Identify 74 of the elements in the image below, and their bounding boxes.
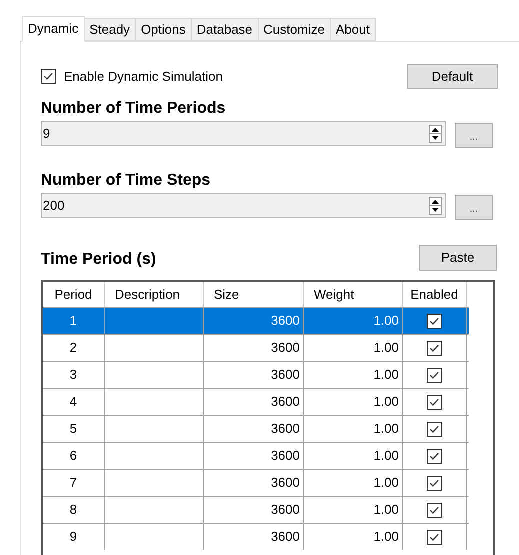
table-cell-text: 1.00	[374, 447, 399, 466]
checkbox[interactable]	[427, 448, 442, 464]
tab[interactable]: About	[330, 18, 376, 41]
table-cell-text: 1.00	[374, 366, 399, 384]
checkmark-icon	[43, 71, 54, 82]
table-cell-text: 3600	[271, 312, 300, 330]
table-row[interactable]: 5 3600 1.00	[43, 415, 469, 442]
table-cell-text: 1.00	[374, 312, 399, 330]
table-cell-text: 3600	[271, 366, 300, 384]
checkbox[interactable]	[427, 422, 442, 436]
tab[interactable]: Steady	[84, 18, 136, 41]
table-cell-text: 2	[70, 339, 78, 358]
table-row[interactable]: 9 3600 1.00	[43, 523, 469, 550]
tab[interactable]: Customize	[258, 18, 331, 41]
checkmark-icon	[429, 450, 440, 462]
ellipsis-button[interactable]: ...	[455, 195, 493, 220]
checkmark-icon	[429, 504, 440, 516]
table-cell-text: 1.00	[374, 474, 399, 492]
checkmark-icon	[429, 532, 440, 542]
table-cell-text: 3600	[271, 474, 300, 492]
tab[interactable]: Database	[190, 18, 259, 41]
ellipsis-button[interactable]: ...	[455, 123, 493, 148]
checkbox[interactable]	[427, 314, 442, 328]
checkbox[interactable]	[427, 394, 442, 410]
table-cell-text: 3	[70, 366, 78, 384]
checkbox[interactable]	[41, 69, 56, 84]
checkbox[interactable]	[427, 502, 442, 518]
table-cell-text: 3600	[271, 447, 300, 466]
section-heading: Number of Time Steps	[41, 171, 212, 191]
table-row[interactable]: 7 3600 1.00	[43, 469, 469, 496]
checkmark-icon	[429, 342, 440, 354]
checkmark-icon	[429, 424, 440, 434]
table-cell-text: 5	[70, 420, 78, 438]
table-cell-text: 1.00	[374, 420, 399, 438]
checkmark-icon	[429, 370, 440, 380]
table-cell-text: 9	[70, 528, 78, 546]
checkmark-icon	[429, 396, 440, 408]
checkbox[interactable]	[427, 476, 442, 490]
checkbox[interactable]	[427, 340, 442, 356]
table-row[interactable]: 6 3600 1.00	[43, 442, 469, 469]
table-cell-text: 3600	[271, 393, 300, 412]
table-cell-text: 7	[70, 474, 78, 492]
paste-button[interactable]: Paste	[419, 245, 497, 271]
table-cell-text: 3600	[271, 420, 300, 438]
number-field[interactable]: 200	[41, 193, 446, 218]
table-cell-text: 3600	[271, 528, 300, 546]
table-cell-text: 6	[70, 447, 78, 466]
spinner-arrows-icon[interactable]	[429, 124, 442, 142]
table-row[interactable]: 8 3600 1.00	[43, 496, 469, 523]
table-cell-text: 1.00	[374, 528, 399, 546]
table-row[interactable]: 1 3600 1.00	[43, 307, 469, 334]
section-heading: Number of Time Periods	[41, 99, 227, 119]
section-heading: Time Period (s)	[41, 250, 156, 270]
table-row[interactable]: 3 3600 1.00	[43, 361, 469, 388]
table-cell-text: 4	[70, 393, 78, 412]
table-cell-text: 8	[70, 501, 78, 520]
table-cell-text: 3600	[271, 339, 300, 358]
tab[interactable]: Options	[135, 18, 192, 41]
table-cell-text: 1.00	[374, 501, 399, 520]
spinner-arrows-icon[interactable]	[429, 196, 442, 214]
table-row[interactable]: 2 3600 1.00	[43, 334, 469, 361]
table-cell-text: 1	[70, 312, 78, 330]
default-button[interactable]: Default	[407, 64, 498, 89]
checkmark-icon	[429, 478, 440, 488]
number-field[interactable]: 9	[41, 121, 446, 146]
tab[interactable]: Dynamic	[22, 16, 85, 42]
table-row[interactable]: 4 3600 1.00	[43, 388, 469, 415]
table-cell-text: 1.00	[374, 393, 399, 412]
table-cell-text: 3600	[271, 501, 300, 520]
checkbox[interactable]	[427, 368, 442, 382]
checkbox-label: Enable Dynamic Simulation	[64, 68, 223, 86]
checkmark-icon	[429, 316, 440, 326]
checkbox[interactable]	[427, 530, 442, 544]
table-cell-text: 1.00	[374, 339, 399, 358]
